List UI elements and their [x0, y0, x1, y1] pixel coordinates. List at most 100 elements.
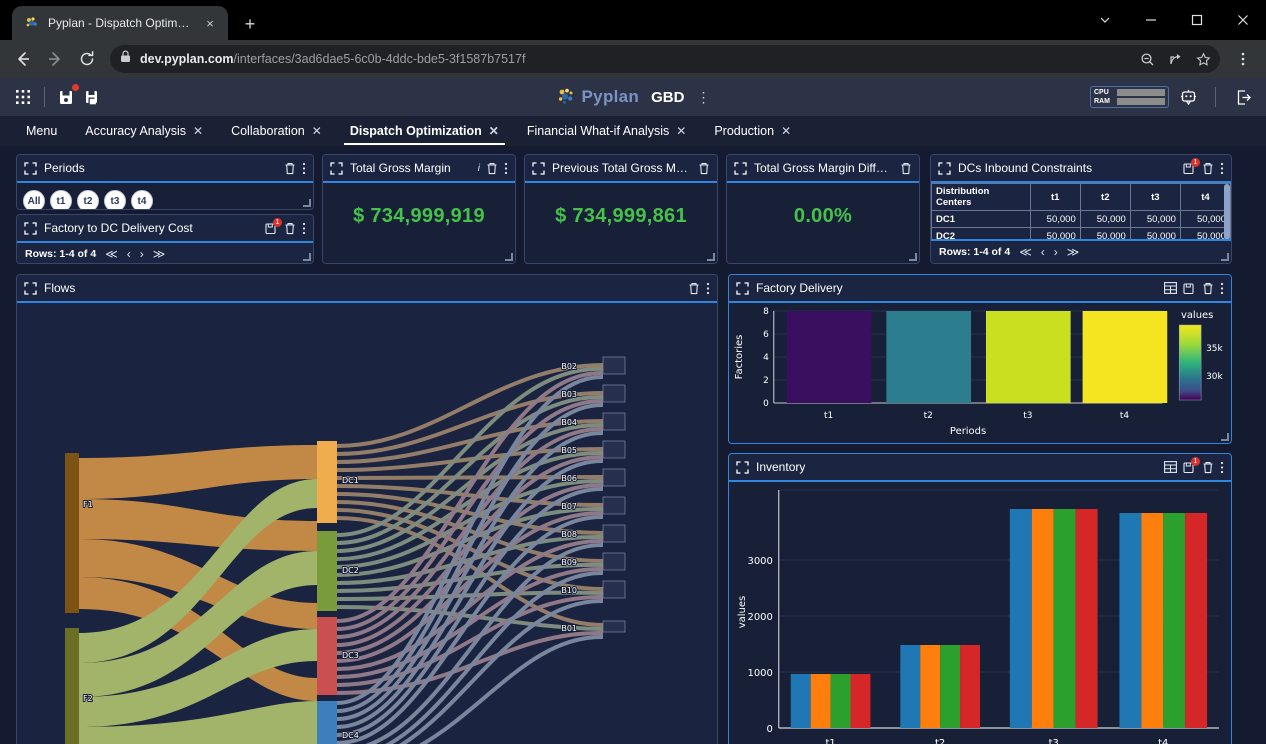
col-t2[interactable]: t2 — [1079, 183, 1131, 211]
tab-search-icon[interactable] — [1082, 0, 1128, 40]
forward-button[interactable] — [40, 44, 70, 74]
trash-icon[interactable] — [698, 162, 710, 175]
trash-icon[interactable] — [1202, 461, 1214, 474]
col-t3[interactable]: t3 — [1129, 183, 1181, 211]
next-page-icon[interactable]: › — [1054, 245, 1058, 259]
save-changes-icon[interactable]: 1 — [1183, 157, 1200, 175]
expand-icon[interactable] — [24, 281, 37, 295]
app-tab-close-icon[interactable]: ✕ — [676, 124, 686, 138]
expand-icon[interactable] — [330, 161, 343, 175]
panel-resize-grip[interactable] — [303, 199, 311, 207]
trash-icon[interactable] — [1202, 162, 1214, 175]
kebab-menu-icon[interactable] — [504, 162, 508, 175]
prev-page-icon[interactable]: ‹ — [1041, 245, 1045, 259]
address-bar[interactable]: dev.pyplan.com/interfaces/3ad6dae5-6c0b-… — [110, 45, 1220, 73]
expand-icon[interactable] — [532, 161, 545, 175]
share-icon[interactable] — [1162, 47, 1188, 71]
app-tab-close-icon[interactable]: ✕ — [312, 124, 322, 138]
prev-page-icon[interactable]: ‹ — [127, 247, 131, 261]
last-page-icon[interactable]: ≫ — [1067, 245, 1080, 259]
panel-resize-grip[interactable] — [303, 253, 311, 261]
trash-icon[interactable] — [1202, 282, 1214, 295]
table-view-icon[interactable] — [1164, 282, 1177, 294]
trash-icon[interactable] — [284, 162, 296, 175]
back-button[interactable] — [8, 44, 38, 74]
panel-flows-body[interactable]: F1 F2 DC1 DC2 DC3 DC4 B02 B03 B04 B05 B0… — [17, 303, 717, 744]
cell-value[interactable]: 50,000 — [1129, 210, 1181, 228]
expand-icon[interactable] — [938, 161, 951, 175]
new-tab-button[interactable]: + — [240, 14, 260, 34]
save-icon[interactable] — [53, 84, 79, 110]
app-tab-dispatch-optimization[interactable]: Dispatch Optimization ✕ — [336, 116, 513, 146]
panel-resize-grip[interactable] — [909, 253, 917, 261]
expand-icon[interactable] — [736, 460, 749, 474]
save-changes-icon[interactable]: 1 — [265, 217, 282, 235]
expand-icon[interactable] — [734, 161, 747, 175]
pager-arrows: ≪ ‹ › ≫ — [1019, 245, 1079, 259]
app-tab-close-icon[interactable]: ✕ — [489, 124, 499, 138]
last-page-icon[interactable]: ≫ — [153, 247, 166, 261]
resource-meters: CPU RAM — [1090, 86, 1169, 108]
app-tab-menu[interactable]: Menu — [12, 116, 71, 146]
kebab-menu-icon[interactable] — [302, 222, 306, 235]
save-as-icon[interactable] — [79, 84, 105, 110]
app-tab-close-icon[interactable]: ✕ — [193, 124, 203, 138]
period-option-t1[interactable]: t1 — [50, 190, 72, 209]
trash-icon[interactable] — [900, 162, 912, 175]
table-view-icon[interactable] — [1164, 461, 1177, 473]
col-t4[interactable]: t4 — [1179, 183, 1231, 211]
app-tab-production[interactable]: Production ✕ — [700, 116, 805, 146]
period-option-t3[interactable]: t3 — [104, 190, 126, 209]
table-row[interactable]: DC1 50,000 50,000 50,000 50,000 — [931, 210, 1231, 228]
kebab-menu-icon[interactable] — [1220, 282, 1224, 295]
kebab-menu-icon[interactable] — [1220, 162, 1224, 175]
trash-icon[interactable] — [284, 222, 296, 235]
first-page-icon[interactable]: ≪ — [105, 247, 118, 261]
kebab-menu-icon[interactable] — [706, 282, 710, 295]
panel-resize-grip[interactable] — [505, 253, 513, 261]
window-close-button[interactable] — [1220, 0, 1266, 40]
save-changes-icon[interactable]: 1 — [1183, 456, 1200, 474]
window-maximize-button[interactable] — [1174, 0, 1220, 40]
col-t1[interactable]: t1 — [1029, 183, 1081, 211]
col-distribution-centers[interactable]: Distribution Centers — [931, 183, 1031, 211]
save-changes-icon[interactable] — [1183, 282, 1196, 295]
apps-grid-icon[interactable] — [10, 84, 36, 110]
expand-icon[interactable] — [736, 281, 749, 295]
bookmark-star-icon[interactable] — [1190, 47, 1216, 71]
panel-resize-grip[interactable] — [1221, 433, 1229, 441]
kebab-menu-icon[interactable] — [1220, 461, 1224, 474]
browser-tab[interactable]: Pyplan - Dispatch Optimization × — [12, 6, 228, 40]
expand-icon[interactable] — [24, 221, 37, 235]
cell-value[interactable]: 50,000 — [1179, 210, 1231, 228]
cell-value[interactable]: 50,000 — [1029, 210, 1081, 228]
first-page-icon[interactable]: ≪ — [1019, 245, 1032, 259]
period-option-t2[interactable]: t2 — [77, 190, 99, 209]
sankey-diagram[interactable]: F1 F2 DC1 DC2 DC3 DC4 B02 B03 B04 B05 B0… — [17, 303, 717, 744]
window-minimize-button[interactable] — [1128, 0, 1174, 40]
browser-menu-icon[interactable] — [1228, 44, 1258, 74]
browser-tab-close-icon[interactable]: × — [200, 13, 220, 33]
reload-button[interactable] — [72, 44, 102, 74]
inventory-group-t1 — [790, 674, 871, 728]
info-icon[interactable]: i — [478, 163, 480, 174]
trash-icon[interactable] — [688, 282, 700, 295]
app-tab-accuracy-analysis[interactable]: Accuracy Analysis ✕ — [71, 116, 217, 146]
period-option-all[interactable]: All — [23, 190, 45, 209]
cell-value[interactable]: 50,000 — [1079, 210, 1131, 228]
expand-icon[interactable] — [24, 161, 37, 175]
header-right: CPU RAM — [1090, 84, 1256, 110]
zoom-out-icon[interactable] — [1134, 47, 1160, 71]
next-page-icon[interactable]: › — [140, 247, 144, 261]
app-tab-collaboration[interactable]: Collaboration ✕ — [217, 116, 336, 146]
app-tab-close-icon[interactable]: ✕ — [781, 124, 791, 138]
trash-icon[interactable] — [486, 162, 498, 175]
logout-icon[interactable] — [1230, 84, 1256, 110]
chat-assistant-icon[interactable] — [1175, 84, 1201, 110]
kebab-menu-icon[interactable] — [302, 162, 306, 175]
header-kebab-icon[interactable]: ⋮ — [696, 89, 710, 106]
app-tab-financial-what-if-analysis[interactable]: Financial What-if Analysis ✕ — [513, 116, 700, 146]
panel-resize-grip[interactable] — [1221, 253, 1229, 261]
period-option-t4[interactable]: t4 — [131, 190, 153, 209]
panel-resize-grip[interactable] — [707, 253, 715, 261]
